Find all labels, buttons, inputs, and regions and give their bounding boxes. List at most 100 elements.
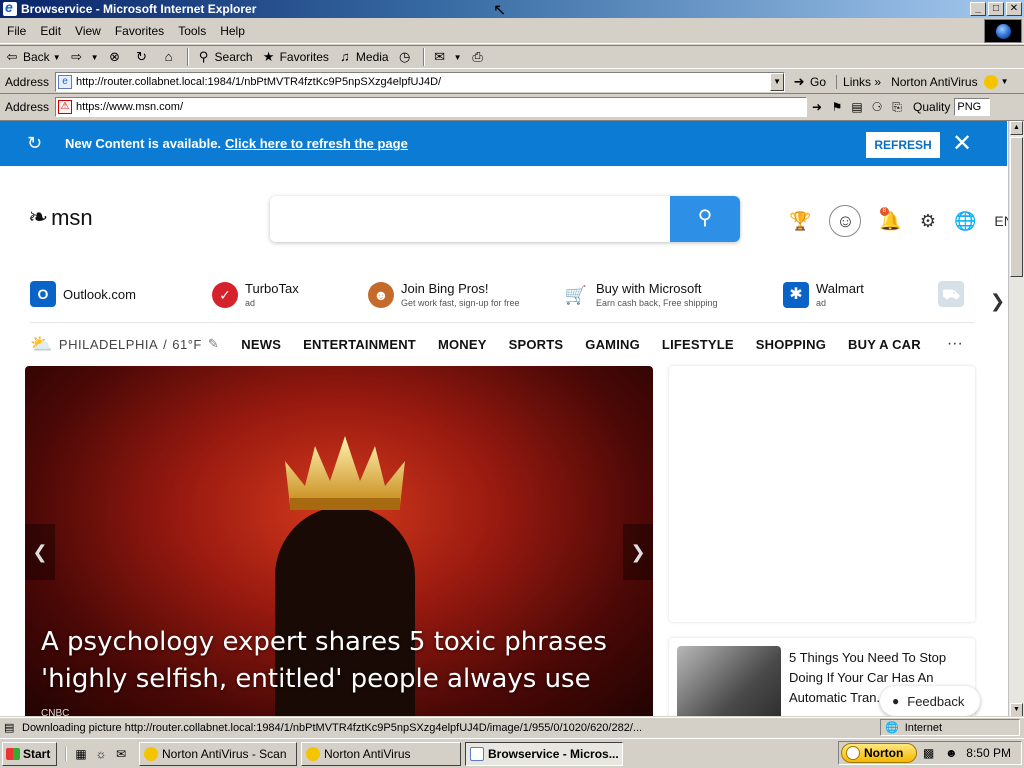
quicklink-walmart[interactable]: ✱ Walmart ad — [783, 281, 864, 308]
search-button[interactable]: ⚲ Search — [192, 47, 257, 67]
divider — [30, 322, 974, 323]
quicklink-subtitle: ad — [245, 298, 256, 308]
vertical-scrollbar[interactable]: ▲ ▼ — [1008, 121, 1024, 716]
scroll-down-arrow-icon[interactable]: ▼ — [1010, 703, 1023, 716]
edit-pencil-icon[interactable]: ✎ — [208, 336, 219, 352]
quicklink-turbotax[interactable]: ✓ TurboTax ad — [212, 281, 299, 308]
media-button[interactable]: ♫ Media — [333, 47, 393, 67]
nav-shopping[interactable]: SHOPPING — [756, 337, 826, 352]
menu-view[interactable]: View — [68, 24, 108, 38]
maximize-button[interactable]: □ — [988, 2, 1004, 16]
back-dropdown-icon[interactable]: ▼ — [53, 53, 61, 62]
outlook-launch-icon[interactable]: ✉ — [111, 747, 131, 761]
menu-edit[interactable]: Edit — [33, 24, 68, 38]
rewards-trophy-icon[interactable]: 🏆 — [789, 211, 811, 232]
scrollbar-thumb[interactable] — [1010, 137, 1023, 277]
menu-help[interactable]: Help — [213, 24, 252, 38]
scroll-up-arrow-icon[interactable]: ▲ — [1010, 121, 1023, 135]
forward-dropdown-icon[interactable]: ▼ — [91, 53, 99, 62]
msn-search-button[interactable]: ⚲ — [670, 196, 740, 242]
notifications-bell-icon[interactable]: 🔔 8 — [879, 206, 902, 232]
close-button[interactable]: ✕ — [1006, 2, 1022, 16]
car-icon: ⛟ — [938, 281, 964, 307]
weather-city: PHILADELPHIA — [58, 336, 159, 352]
msn-search-input[interactable] — [282, 208, 662, 230]
nav-money[interactable]: MONEY — [438, 337, 487, 352]
norton-tray-icon[interactable]: ☻ — [945, 746, 961, 760]
refresh-button[interactable]: ↻ — [130, 47, 157, 67]
more-ellipsis-icon[interactable]: ··· — [947, 335, 963, 353]
nav-sports[interactable]: SPORTS — [509, 337, 564, 352]
windows-flag-icon — [6, 747, 20, 760]
start-button[interactable]: Start — [2, 741, 57, 766]
norton-check-icon — [846, 746, 860, 760]
banner-close-icon[interactable]: ✕ — [952, 129, 972, 158]
bookmarks-list-icon[interactable]: ▤ — [849, 99, 865, 115]
go-arrow-icon: ➜ — [793, 73, 805, 89]
menu-tools[interactable]: Tools — [171, 24, 213, 38]
favorites-button[interactable]: ★ Favorites — [257, 47, 333, 67]
hero-source: CNBC — [41, 708, 70, 716]
norton-toolbar-button[interactable]: Norton AntiVirus ▼ — [891, 74, 1009, 89]
msn-logo[interactable]: ❧ msn — [28, 203, 93, 232]
quality-label: Quality — [913, 100, 951, 114]
quicklink-faded-car[interactable]: ⛟ — [938, 281, 971, 307]
quality-select[interactable]: PNG — [954, 98, 991, 116]
nav-buy-a-car[interactable]: BUY A CAR — [848, 337, 921, 352]
bookmark-icon[interactable]: ⚑ — [829, 99, 845, 115]
go-button[interactable]: ➜ Go — [791, 74, 826, 90]
hero-carousel[interactable]: ❮ ❯ A psychology expert shares 5 toxic p… — [25, 366, 653, 716]
ie-icon — [3, 0, 17, 16]
forward-button[interactable]: ⇨ ▼ — [65, 47, 103, 67]
norton-task-icon — [306, 746, 320, 761]
find-icon[interactable]: ⚆ — [869, 99, 885, 115]
nav-gaming[interactable]: GAMING — [585, 337, 640, 352]
task-browservice[interactable]: Browservice - Micros... — [465, 741, 623, 766]
mail-button[interactable]: ✉ ▼ — [428, 47, 466, 67]
standard-toolbar: ⇦ Back ▼ ⇨ ▼ ⊗ ↻ ⌂ ⚲ Search ★ Favorites … — [0, 45, 1024, 69]
banner-refresh-button[interactable]: REFRESH — [866, 132, 940, 158]
task-label: Norton AntiVirus — [324, 746, 411, 761]
minimize-button[interactable]: _ — [970, 2, 986, 16]
feedback-button[interactable]: ● Feedback — [880, 686, 980, 716]
carousel-next-arrow-icon[interactable]: ❯ — [623, 524, 653, 580]
quicklinks-next-arrow-icon[interactable]: ❯ — [990, 291, 1005, 312]
norton-dropdown-icon[interactable]: ▼ — [1001, 77, 1009, 86]
quicklink-buy-with-microsoft[interactable]: 🛒 Buy with Microsoft Earn cash back, Free… — [563, 281, 718, 308]
hero-headline[interactable]: A psychology expert shares 5 toxic phras… — [41, 624, 641, 716]
nav-entertainment[interactable]: ENTERTAINMENT — [303, 337, 416, 352]
quicklink-outlook[interactable]: O Outlook.com — [30, 281, 136, 307]
inner-address-input[interactable]: ⚠ https://www.msn.com/ — [55, 97, 808, 117]
address-dropdown-icon[interactable]: ▼ — [770, 72, 785, 91]
history-button[interactable]: ◷ — [393, 47, 420, 67]
network-tray-icon[interactable]: ▩ — [923, 746, 939, 760]
clipboard-icon[interactable]: ⎘ — [889, 99, 905, 115]
nav-news[interactable]: NEWS — [241, 337, 281, 352]
quicklink-bing-pros[interactable]: ☻ Join Bing Pros! Get work fast, sign-up … — [368, 281, 520, 308]
carousel-prev-arrow-icon[interactable]: ❮ — [25, 524, 55, 580]
task-norton-scan[interactable]: Norton AntiVirus - Scan — [139, 741, 297, 766]
menu-favorites[interactable]: Favorites — [108, 24, 171, 38]
settings-gear-icon[interactable]: ⚙ — [920, 211, 936, 232]
show-desktop-icon[interactable]: ▦ — [71, 747, 91, 761]
print-button[interactable]: ⎙ — [466, 47, 493, 67]
profile-avatar-icon[interactable]: ☺ — [829, 205, 862, 237]
banner-message: New Content is available. — [65, 136, 222, 151]
menu-file[interactable]: File — [0, 24, 33, 38]
quicklink-subtitle: ad — [816, 298, 827, 308]
back-button[interactable]: ⇦ Back ▼ — [0, 47, 65, 67]
language-globe-icon[interactable]: 🌐 — [954, 211, 976, 232]
norton-tray-button[interactable]: Norton — [841, 743, 917, 763]
home-button[interactable]: ⌂ — [157, 47, 184, 67]
ie-address-input[interactable]: e http://router.collabnet.local:1984/1/n… — [55, 71, 786, 92]
links-button[interactable]: Links » — [836, 74, 881, 89]
ie-launch-icon[interactable]: ☼ — [91, 747, 111, 761]
stop-button[interactable]: ⊗ — [103, 47, 130, 67]
task-norton[interactable]: Norton AntiVirus — [301, 741, 461, 766]
mail-dropdown-icon[interactable]: ▼ — [454, 53, 462, 62]
weather-widget[interactable]: ⛅ PHILADELPHIA / 61°F ✎ — [30, 334, 219, 355]
navigate-arrow-icon[interactable]: ➜ — [809, 99, 825, 115]
media-icon: ♫ — [340, 49, 350, 64]
banner-refresh-link[interactable]: Click here to refresh the page — [225, 136, 408, 151]
nav-lifestyle[interactable]: LIFESTYLE — [662, 337, 734, 352]
